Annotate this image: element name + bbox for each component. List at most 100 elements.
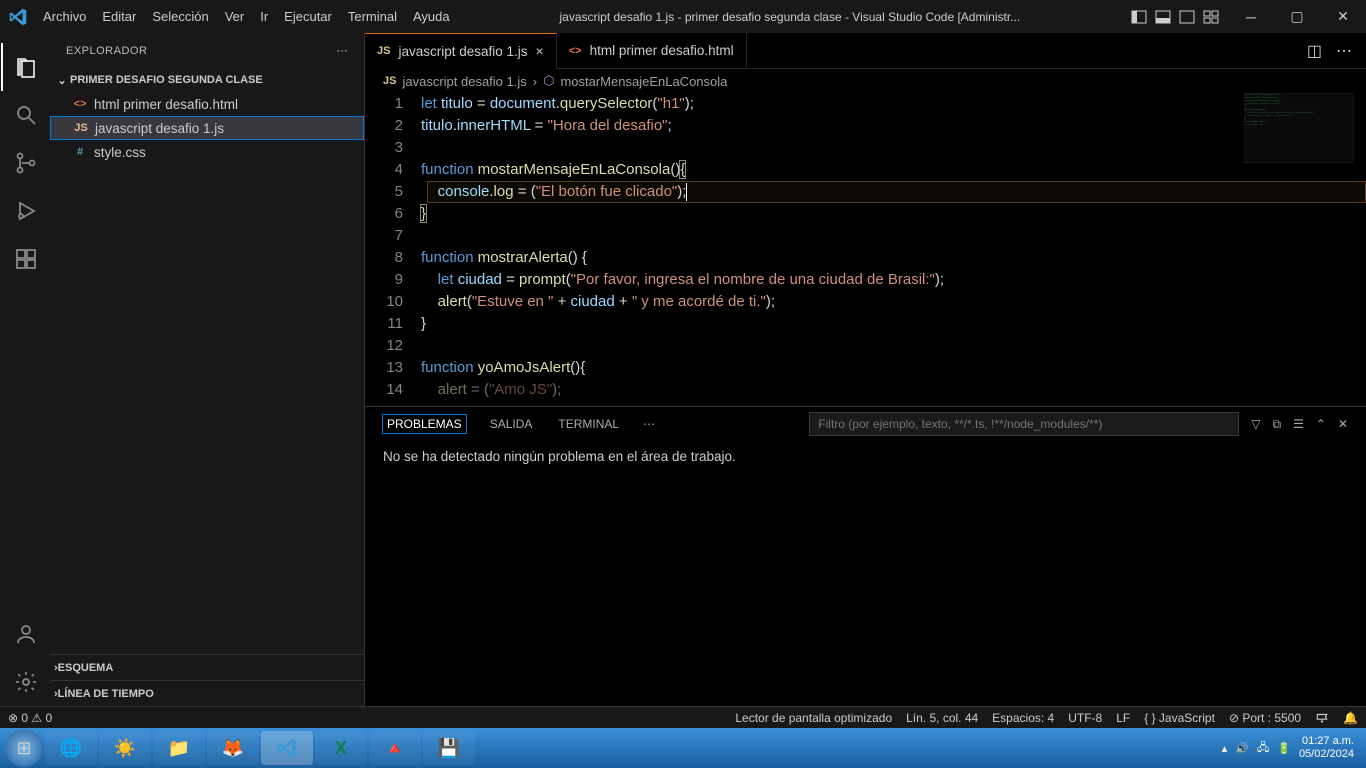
panel-tab-problemas[interactable]: PROBLEMAS: [383, 415, 466, 433]
menu-editar[interactable]: Editar: [94, 9, 144, 24]
taskbar-app-explorer[interactable]: 📁: [153, 731, 205, 765]
status-item[interactable]: Lector de pantalla optimizado: [735, 711, 892, 725]
tray-more-icon[interactable]: ▴: [1222, 742, 1228, 755]
code-line[interactable]: console.log = ("El botón fue clicado");: [421, 181, 1366, 203]
layout-controls[interactable]: [1122, 8, 1228, 26]
status-item[interactable]: ⊗ 0 ⚠ 0: [8, 711, 52, 725]
file-item[interactable]: JSjavascript desafio 1.js: [50, 116, 364, 140]
search-icon[interactable]: [1, 91, 49, 139]
timeline-label: LÍNEA DE TIEMPO: [58, 688, 154, 700]
taskbar-app-vlc[interactable]: 🔺: [369, 731, 421, 765]
taskbar-app-weather[interactable]: ☀️: [99, 731, 151, 765]
panel-right-icon[interactable]: [1178, 8, 1196, 26]
breadcrumb-symbol[interactable]: mostarMensajeEnLaConsola: [560, 74, 727, 89]
menu-ejecutar[interactable]: Ejecutar: [276, 9, 340, 24]
panel-more-icon[interactable]: ⋯: [643, 417, 655, 431]
timeline-section[interactable]: ›LÍNEA DE TIEMPO: [50, 680, 364, 706]
project-folder-header[interactable]: ⌄ PRIMER DESAFIO SEGUNDA CLASE: [50, 68, 364, 92]
explorer-icon[interactable]: [1, 43, 49, 91]
source-control-icon[interactable]: [1, 139, 49, 187]
split-editor-icon[interactable]: ◫: [1307, 41, 1322, 61]
menu-ver[interactable]: Ver: [217, 9, 253, 24]
start-button[interactable]: ⊞: [5, 729, 43, 767]
code-line[interactable]: alert("Estuve en " + ciudad + " y me aco…: [421, 291, 1366, 313]
taskbar-time: 01:27 a.m.: [1299, 735, 1354, 748]
status-item[interactable]: LF: [1116, 711, 1130, 725]
maximize-button[interactable]: ▢: [1274, 0, 1320, 33]
menu-ir[interactable]: Ir: [252, 9, 276, 24]
window-title: javascript desafio 1.js - primer desafio…: [458, 10, 1122, 24]
more-icon[interactable]: ⋯: [337, 44, 349, 57]
taskbar-app-vscode[interactable]: [261, 731, 313, 765]
account-icon[interactable]: [1, 610, 49, 658]
menu-ayuda[interactable]: Ayuda: [405, 9, 458, 24]
minimap[interactable]: let titulo = document.querySelector("h1"…: [1244, 93, 1354, 163]
status-item[interactable]: ⊘ Port : 5500: [1229, 711, 1301, 725]
code-line[interactable]: let ciudad = prompt("Por favor, ingresa …: [421, 269, 1366, 291]
code-line[interactable]: let titulo = document.querySelector("h1"…: [421, 93, 1366, 115]
filter-icon[interactable]: ▽: [1251, 417, 1260, 431]
status-feedback-icon[interactable]: [1315, 711, 1329, 725]
panel-left-icon[interactable]: [1130, 8, 1148, 26]
code-line[interactable]: [421, 225, 1366, 247]
chevron-up-icon[interactable]: ⌃: [1316, 417, 1326, 431]
title-bar: ArchivoEditarSelecciónVerIrEjecutarTermi…: [0, 0, 1366, 33]
code-line[interactable]: [421, 137, 1366, 159]
status-item[interactable]: UTF-8: [1068, 711, 1102, 725]
menu-archivo[interactable]: Archivo: [35, 9, 94, 24]
code-line[interactable]: }: [421, 313, 1366, 335]
collapse-icon[interactable]: ⧉: [1273, 417, 1282, 432]
breadcrumb-file[interactable]: javascript desafio 1.js: [402, 74, 526, 89]
editor-tab[interactable]: JSjavascript desafio 1.js×: [365, 33, 557, 69]
taskbar-app-excel[interactable]: X: [315, 731, 367, 765]
tray-battery-icon[interactable]: 🔋: [1277, 742, 1291, 755]
editor-tabs: JSjavascript desafio 1.js×<>html primer …: [365, 33, 1366, 69]
layout-customize-icon[interactable]: [1202, 8, 1220, 26]
taskbar-app-firefox[interactable]: 🦊: [207, 731, 259, 765]
code-line[interactable]: [421, 335, 1366, 357]
code-line[interactable]: function mostrarAlerta() {: [421, 247, 1366, 269]
taskbar-app-globe[interactable]: 🌐: [45, 731, 97, 765]
js-file-icon: JS: [383, 75, 396, 87]
tray-volume-icon[interactable]: 🔊: [1235, 742, 1249, 755]
method-icon: ⬡: [543, 73, 554, 89]
extensions-icon[interactable]: [1, 235, 49, 283]
panel-tab-salida[interactable]: SALIDA: [488, 415, 535, 433]
more-actions-icon[interactable]: ⋯: [1336, 41, 1352, 61]
code-line[interactable]: titulo.innerHTML = "Hora del desafio";: [421, 115, 1366, 137]
close-tab-icon[interactable]: ×: [536, 43, 544, 59]
breadcrumb[interactable]: JS javascript desafio 1.js › ⬡ mostarMen…: [365, 69, 1366, 93]
status-item[interactable]: Espacios: 4: [992, 711, 1054, 725]
editor-tab[interactable]: <>html primer desafio.html: [557, 33, 747, 69]
activity-bar: [0, 33, 50, 706]
status-item[interactable]: { } JavaScript: [1144, 711, 1215, 725]
tab-label: javascript desafio 1.js: [398, 44, 527, 59]
panel-tab-terminal[interactable]: TERMINAL: [556, 415, 621, 433]
close-panel-icon[interactable]: ✕: [1338, 417, 1348, 431]
taskbar-app-drive[interactable]: 💾: [423, 731, 475, 765]
menu-terminal[interactable]: Terminal: [340, 9, 405, 24]
minimize-button[interactable]: ─: [1228, 0, 1274, 33]
code-editor[interactable]: 1234567891011121314 let titulo = documen…: [365, 93, 1366, 406]
view-list-icon[interactable]: ☰: [1293, 417, 1304, 431]
problems-filter-input[interactable]: [809, 412, 1239, 436]
code-line[interactable]: }: [421, 203, 1366, 225]
code-line[interactable]: alert = ("Amo JS");: [421, 379, 1366, 401]
code-line[interactable]: function yoAmoJsAlert(){: [421, 357, 1366, 379]
outline-section[interactable]: ›ESQUEMA: [50, 654, 364, 680]
file-item[interactable]: <>html primer desafio.html: [50, 92, 364, 116]
taskbar-date: 05/02/2024: [1299, 748, 1354, 761]
status-item[interactable]: Lín. 5, col. 44: [906, 711, 978, 725]
chevron-right-icon: ›: [533, 74, 537, 89]
vscode-logo-icon: [0, 8, 35, 26]
settings-gear-icon[interactable]: [1, 658, 49, 706]
debug-icon[interactable]: [1, 187, 49, 235]
notifications-icon[interactable]: 🔔: [1343, 711, 1358, 725]
taskbar-clock[interactable]: 01:27 a.m. 05/02/2024: [1299, 735, 1354, 761]
menu-selección[interactable]: Selección: [144, 9, 216, 24]
close-button[interactable]: ✕: [1320, 0, 1366, 33]
tray-network-icon[interactable]: 🖧: [1257, 739, 1269, 758]
panel-bottom-icon[interactable]: [1154, 8, 1172, 26]
file-item[interactable]: #style.css: [50, 140, 364, 164]
code-line[interactable]: function mostarMensajeEnLaConsola(){: [421, 159, 1366, 181]
